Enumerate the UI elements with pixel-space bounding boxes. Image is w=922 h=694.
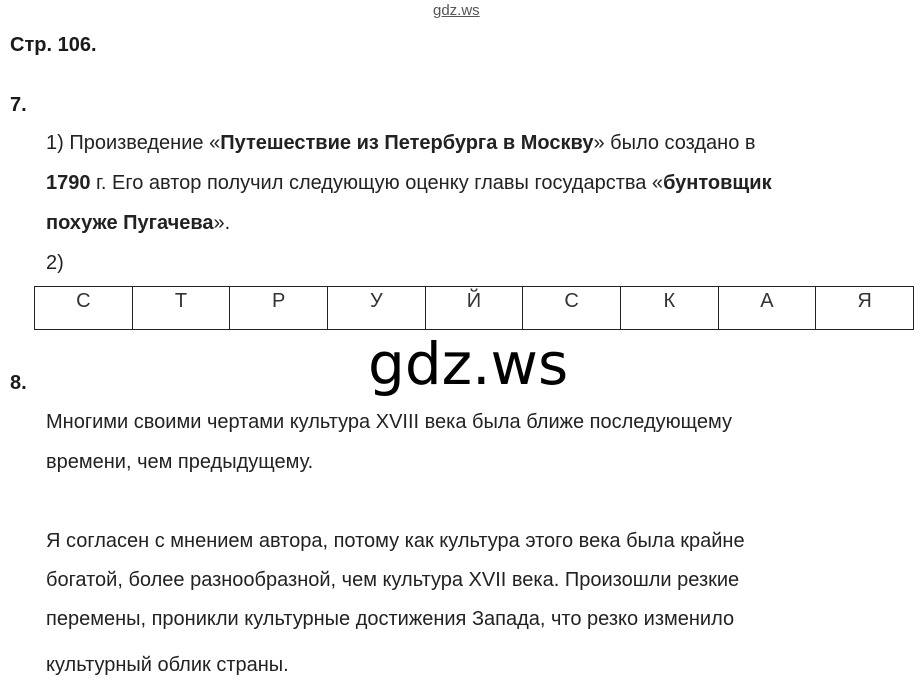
book-title: Путешествие из Петербурга в Москву xyxy=(220,132,594,154)
task-7-line-3: похуже Пугачева». xyxy=(46,212,230,235)
quote-part-1: бунтовщик xyxy=(663,172,772,194)
task-7-line-1: 1) Произведение «Путешествие из Петербур… xyxy=(46,132,756,155)
task-7-line-1-end: » было создано в xyxy=(593,132,756,154)
letter-grid-row: С Т Р У Й С К А Я xyxy=(34,286,914,330)
watermark-link-top[interactable]: gdz.ws xyxy=(433,2,480,19)
quote-part-2: похуже Пугачева xyxy=(46,212,214,234)
task-8-answer-line-3: перемены, проникли культурные достижения… xyxy=(46,608,735,630)
task-8-answer-line-2: богатой, более разнообразной, чем культу… xyxy=(46,569,740,591)
task-7-line-2: 1790 г. Его автор получил следующую оцен… xyxy=(46,172,772,195)
letter-cell: Я xyxy=(815,286,914,330)
year-value: 1790 xyxy=(46,172,91,194)
task-7-number: 7. xyxy=(10,94,27,116)
task-8-answer-line-4: культурный облик страны. xyxy=(46,654,289,676)
task-7-line-3-end: ». xyxy=(213,212,231,234)
letter-cell: Р xyxy=(229,286,328,330)
letter-cell: Т xyxy=(131,286,231,330)
task-7-line-4: 2) xyxy=(46,252,64,274)
task-7-line-2-text: г. Его автор получил следующую оценку гл… xyxy=(90,172,664,194)
task-8-number: 8. xyxy=(10,372,27,394)
task-8-statement-line-1: Многими своими чертами культура XVIII ве… xyxy=(46,411,732,433)
letter-cell: С xyxy=(522,286,621,330)
task-7-line-1-start: 1) Произведение « xyxy=(46,132,221,154)
letter-grid: С Т Р У Й С К А Я xyxy=(34,286,914,330)
letter-cell: А xyxy=(717,286,817,330)
task-8-answer-line-1: Я согласен с мнением автора, потому как … xyxy=(46,530,745,552)
watermark-center: gdz.ws xyxy=(368,330,569,398)
letter-cell: У xyxy=(326,286,426,330)
page-title: Стр. 106. xyxy=(10,34,97,56)
letter-cell: К xyxy=(619,286,719,330)
task-8-statement-line-2: времени, чем предыдущему. xyxy=(46,451,314,473)
letter-cell: С xyxy=(34,286,133,330)
letter-cell: Й xyxy=(424,286,524,330)
